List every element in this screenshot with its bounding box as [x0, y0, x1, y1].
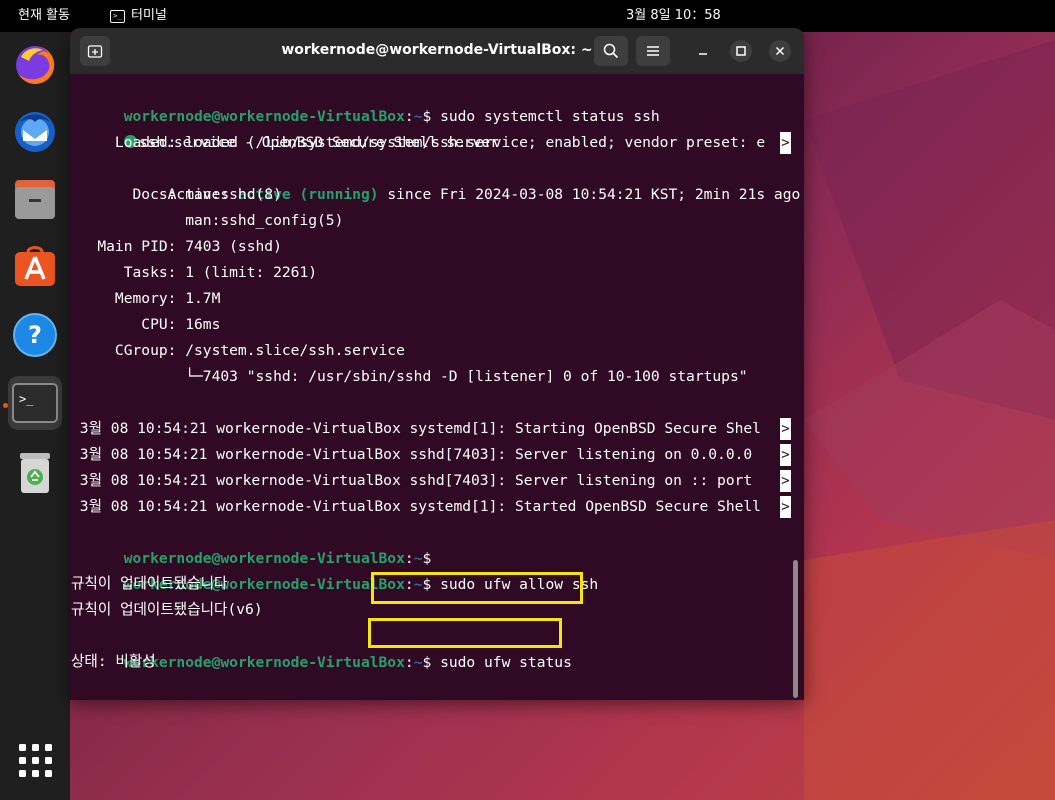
terminal-line-tasks: Tasks: 1 (limit: 2261): [71, 264, 318, 281]
terminal-line-log: 3월 08 10:54:21 workernode-VirtualBox ssh…: [71, 472, 761, 489]
search-icon: [603, 43, 619, 59]
terminal-line-cgroup: CGroup: /system.slice/ssh.service: [71, 342, 405, 359]
terminal-line-output: 상태: 비활성: [71, 653, 156, 670]
terminal-line-log: 3월 08 10:54:21 workernode-VirtualBox ssh…: [71, 446, 761, 463]
menu-button[interactable]: [636, 36, 670, 66]
terminal-line-command: workernode@workernode-VirtualBox:~$ sudo…: [123, 654, 572, 671]
dock-item-files[interactable]: [8, 172, 62, 226]
thunderbird-icon: [15, 112, 55, 152]
terminal-line-docs: Docs: man:sshd(8): [71, 186, 282, 203]
svg-text:?: ?: [28, 321, 42, 349]
window-titlebar[interactable]: workernode@workernode-VirtualBox: ~: [70, 28, 804, 74]
terminal-window: workernode@workernode-VirtualBox: ~ work…: [70, 28, 804, 700]
terminal-line-command: workernode@workernode-VirtualBox:~$ sudo…: [123, 108, 660, 125]
trash-icon: [20, 453, 50, 493]
terminal-line-docs2: man:sshd_config(5): [71, 212, 344, 229]
truncation-marker: >: [780, 470, 791, 492]
svg-text:>_: >_: [19, 392, 34, 406]
dock: ? >_: [0, 32, 70, 800]
software-center-icon: [15, 246, 55, 286]
truncation-marker: >: [780, 418, 791, 440]
minimize-button[interactable]: [692, 40, 714, 62]
files-icon: [15, 180, 55, 219]
terminal-line-memory: Memory: 1.7M: [71, 290, 221, 307]
search-button[interactable]: [594, 36, 628, 66]
firefox-icon: [16, 45, 55, 84]
terminal-line-loaded: Loaded: loaded (/lib/systemd/system/ssh.…: [71, 134, 766, 151]
terminal-line-cgroup-child: └─7403 "sshd: /usr/sbin/sshd -D [listene…: [71, 368, 748, 385]
scrollbar[interactable]: [793, 560, 798, 698]
hamburger-menu-icon: [647, 46, 659, 56]
terminal-line-prompt: workernode@workernode-VirtualBox:~$: [71, 676, 449, 700]
terminal-line-output: 규칙이 업데이트됐습니다: [71, 575, 228, 592]
running-indicator: [3, 403, 8, 408]
maximize-button[interactable]: [730, 40, 752, 62]
terminal-line-command: workernode@workernode-VirtualBox:~$ sudo…: [123, 576, 599, 593]
dock-item-software[interactable]: [8, 238, 62, 292]
dock-item-firefox[interactable]: [8, 38, 62, 92]
terminal-line-service: ssh.service - OpenBSD Secure Shell serve…: [71, 104, 499, 151]
maximize-icon: [736, 46, 746, 56]
close-button[interactable]: [769, 40, 791, 62]
dock-item-terminal[interactable]: >_: [8, 376, 62, 430]
terminal-icon: >_: [12, 383, 58, 423]
terminal-line-cpu: CPU: 16ms: [71, 316, 221, 333]
minimize-icon: [699, 53, 707, 55]
close-icon: [775, 46, 785, 56]
terminal-line-log: 3월 08 10:54:21 workernode-VirtualBox sys…: [71, 420, 761, 437]
truncation-marker: >: [780, 444, 791, 466]
dock-item-trash[interactable]: [8, 446, 62, 500]
activities-button[interactable]: 현재 활동: [18, 0, 70, 32]
apps-grid-icon[interactable]: [19, 744, 52, 777]
truncation-marker: >: [780, 496, 791, 518]
terminal-line-active: Active: active (running) since Fri 2024-…: [123, 186, 801, 203]
terminal-line-output: 규칙이 업데이트됐습니다(v6): [71, 601, 263, 618]
dock-item-thunderbird[interactable]: [8, 104, 62, 158]
help-icon: ?: [13, 313, 57, 357]
dock-item-help[interactable]: ?: [8, 308, 62, 362]
terminal-line-prompt: workernode@workernode-VirtualBox:~$: [123, 550, 432, 567]
terminal-output[interactable]: workernode@workernode-VirtualBox:~$ sudo…: [70, 74, 804, 700]
terminal-icon: >_: [110, 9, 125, 23]
terminal-line-log: 3월 08 10:54:21 workernode-VirtualBox sys…: [71, 498, 761, 515]
truncation-marker: >: [780, 132, 791, 154]
terminal-line-pid: Main PID: 7403 (sshd): [71, 238, 282, 255]
